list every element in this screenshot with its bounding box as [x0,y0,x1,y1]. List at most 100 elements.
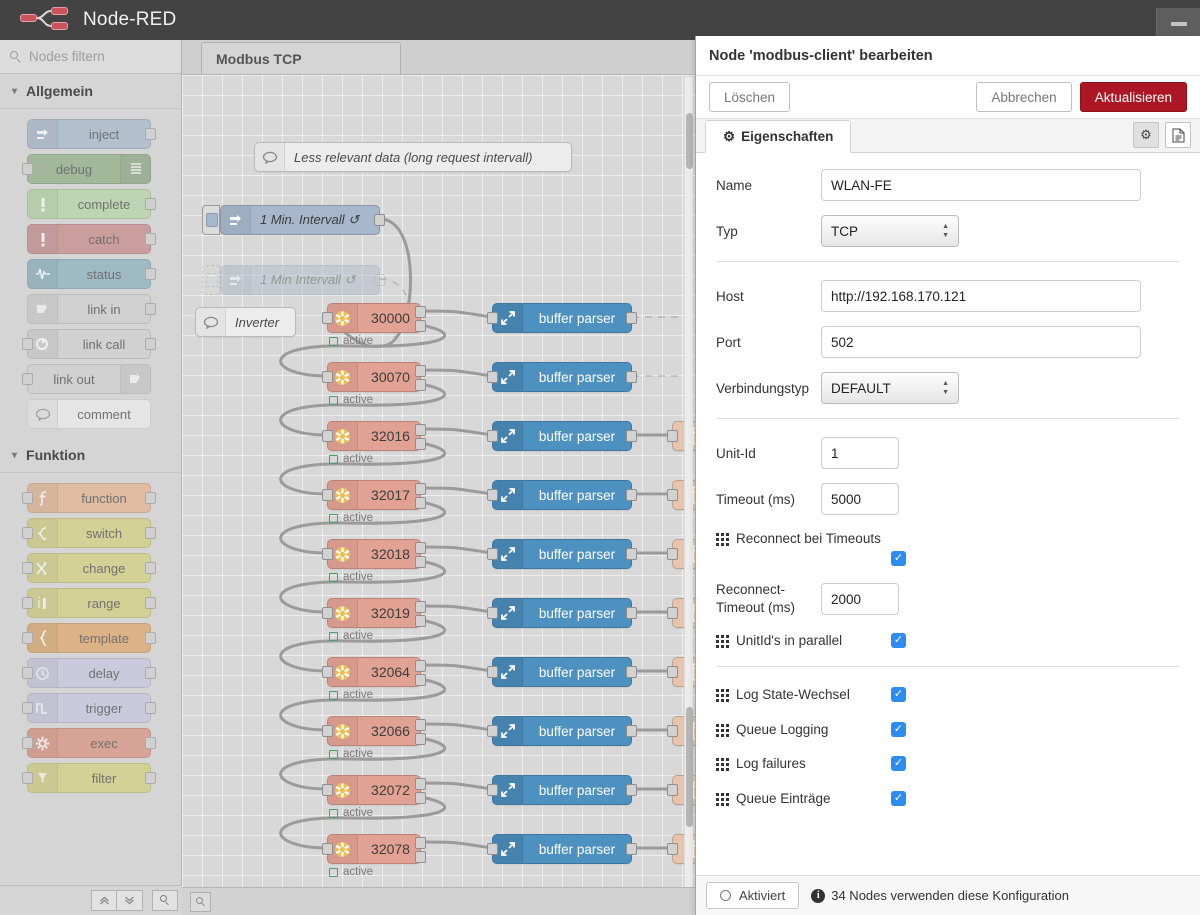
inject-node[interactable]: 1 Min Intervall ↺ [202,265,385,295]
palette-node-delay[interactable]: delay [22,658,156,688]
checkbox-queue-logging[interactable]: ✓ [891,721,906,737]
palette-node-filter[interactable]: filter [22,763,156,793]
buffer-parser-node[interactable]: buffer parser [487,303,637,333]
gear-icon[interactable]: ⚙ [1133,122,1159,148]
node-output-port-2 [415,379,426,391]
palette-node-complete[interactable]: complete [27,189,156,219]
buffer-parser-node[interactable]: buffer parser [487,539,637,569]
comment-node[interactable]: Less relevant data (long request interva… [254,142,572,172]
buffer-parser-node[interactable]: buffer parser [487,775,637,805]
palette-node-label: delay [88,665,120,681]
palette-search-button[interactable] [152,890,178,911]
palette-node-comment[interactable]: comment [27,399,151,429]
connection-type-select[interactable]: DEFAULT ▲ ▼ [821,372,959,404]
port-input[interactable] [821,326,1141,358]
node-input-port [22,737,33,749]
palette-footer [0,885,182,915]
palette-node-link-in[interactable]: link in [27,294,156,324]
divider [716,261,1180,262]
palette-node-link-call[interactable]: link call [22,329,156,359]
modbus-read-node[interactable]: 32066 [322,716,426,746]
buffer-parser-node[interactable]: buffer parser [487,834,637,864]
inject-trigger-button[interactable] [202,265,220,295]
collapse-all-button[interactable] [91,890,117,911]
exclamation-icon [28,190,58,218]
reconnect-timeout-input[interactable] [821,583,899,616]
grip-icon [716,689,729,702]
node-input-port [487,430,498,442]
palette-node-status[interactable]: status [27,259,156,289]
palette-node-catch[interactable]: catch [27,224,156,254]
checkbox-reconnect-on-timeout[interactable]: ✓ [891,551,906,566]
modbus-read-node[interactable]: 32072 [322,775,426,805]
buffer-parser-node[interactable]: buffer parser [487,362,637,392]
palette-node-range[interactable]: range [22,588,156,618]
buffer-parser-node[interactable]: buffer parser [487,421,637,451]
link-out-icon [120,365,150,393]
modbus-read-node[interactable]: 32018 [322,539,426,569]
checkbox-reconnect-on-timeout-row: Reconnect bei Timeouts ✓ [716,529,1180,566]
palette-node-trigger[interactable]: trigger [22,693,156,723]
enabled-toggle-label: Aktiviert [739,888,786,903]
palette-node-inject[interactable]: inject [27,119,156,149]
buffer-parser-node[interactable]: buffer parser [487,716,637,746]
checkbox-queue-entries[interactable]: ✓ [891,790,906,806]
palette-node-function[interactable]: function [22,483,156,513]
checkbox-log-state-change[interactable]: ✓ [891,687,906,702]
modbus-read-node[interactable]: 30070 [322,362,426,392]
cancel-button[interactable]: Abbrechen [976,82,1072,112]
node-output-port [374,274,385,286]
node-output-port [145,737,156,749]
palette-node-debug[interactable]: debug [22,154,151,184]
palette-node-switch[interactable]: switch [22,518,156,548]
node-output-port [145,233,156,245]
pulse-icon [28,260,58,288]
timeout-input[interactable] [821,483,899,515]
expand-all-button[interactable] [117,890,143,911]
buffer-parser-node[interactable]: buffer parser [487,598,637,628]
node-input-port [667,430,678,442]
palette-category-funktion[interactable]: ▾ Funktion [0,438,181,473]
palette-node-change[interactable]: change [22,553,156,583]
checkbox-unitids-parallel[interactable]: ✓ [891,633,906,649]
canvas-vertical-scrollbar[interactable] [684,77,693,887]
exclamation-icon [28,225,58,253]
enabled-toggle-button[interactable]: Aktiviert [706,882,800,909]
palette-node-label: link call [82,336,126,352]
palette-node-exec[interactable]: exec [22,728,156,758]
unit-id-input[interactable] [821,437,899,469]
buffer-parser-node[interactable]: buffer parser [487,480,637,510]
tab-modbus-tcp[interactable]: Modbus TCP [201,42,401,74]
modbus-read-node[interactable]: 32078 [322,834,426,864]
palette-filter-row[interactable]: Nodes filtern [0,40,181,74]
modbus-read-node[interactable]: 32064 [322,657,426,687]
node-output-port-2 [415,556,426,568]
comment-node[interactable]: Inverter [195,307,296,337]
palette-node-template[interactable]: template [22,623,156,653]
modbus-read-node[interactable]: 32017 [322,480,426,510]
node-output-port [145,632,156,644]
inject-trigger-button[interactable] [202,205,220,235]
palette-node-link-out[interactable]: link out [22,364,151,394]
field-port-label: Port [716,334,741,350]
buffer-parser-node[interactable]: buffer parser [487,657,637,687]
update-button[interactable]: Aktualisieren [1079,82,1187,112]
tab-eigenschaften[interactable]: ⚙ Eigenschaften [705,120,852,153]
modbus-read-node[interactable]: 32016 [322,421,426,451]
palette-node-label: switch [85,525,123,541]
modbus-read-node[interactable]: 32019 [322,598,426,628]
checkbox-queue-entries-label: Queue Einträge [736,790,831,806]
delete-button[interactable]: Löschen [709,82,791,112]
canvas-search-button[interactable] [190,891,211,912]
description-document-icon[interactable] [1165,122,1191,148]
modbus-read-node[interactable]: 30000 [322,303,426,333]
inject-node[interactable]: 1 Min. Intervall ↺ [202,205,385,235]
flow-canvas[interactable]: Less relevant data (long request interva… [182,75,695,887]
palette-category-allgemein[interactable]: ▾ Allgemein [0,74,181,109]
checkbox-log-failures[interactable]: ✓ [891,756,906,772]
palette-category-body: function switch change range template delay tr… [0,473,181,802]
type-select[interactable]: TCP ▲ ▼ [821,215,959,247]
host-input[interactable] [821,280,1141,312]
node-status-label: active [343,453,374,465]
name-input[interactable] [821,169,1141,201]
